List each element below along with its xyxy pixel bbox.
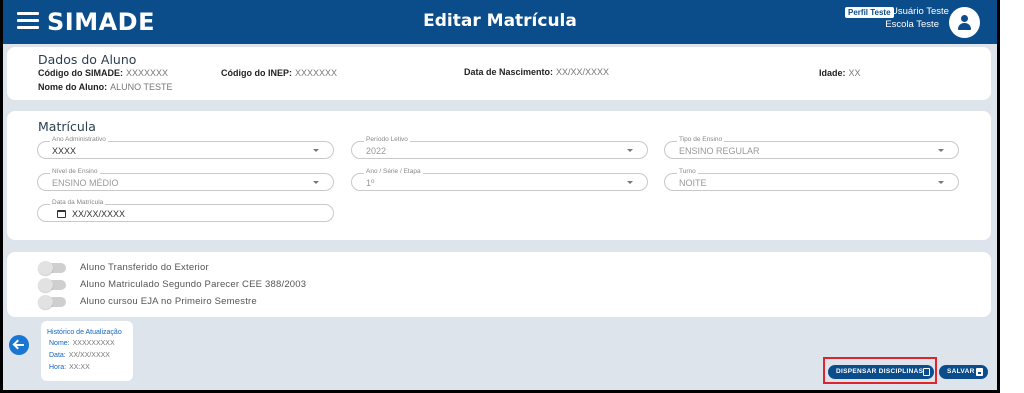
teaching-level-select[interactable]: Nível de Ensino ENSINO MÉDIO xyxy=(37,168,334,191)
simade-code: Código do SIMADE: XXXXXXX xyxy=(38,68,169,78)
user-avatar-icon[interactable] xyxy=(949,7,980,38)
admin-year-select[interactable]: Ano Administrativo XXXX xyxy=(37,136,334,159)
shift-select[interactable]: Turno NOITE xyxy=(664,168,959,191)
history-title: Histórico de Atualização xyxy=(47,329,122,336)
arrow-left-icon[interactable] xyxy=(9,335,29,355)
calendar-icon xyxy=(57,210,66,218)
school-name: Escola Teste xyxy=(885,19,939,30)
save-button[interactable]: SALVAR xyxy=(939,365,988,379)
history-time: Hora: XX:XX xyxy=(49,364,90,371)
chevron-down-icon xyxy=(938,149,944,152)
chevron-down-icon xyxy=(627,181,633,184)
school-period-select[interactable]: Período Letivo 2022 xyxy=(351,136,648,159)
birth-date: Data de Nascimento: XX/XX/XXXX xyxy=(464,67,610,77)
app-frame: SIMADE Editar Matrícula Perfil Teste Usu… xyxy=(0,0,1000,393)
user-name: Usuário Teste xyxy=(891,6,949,17)
student-name: Nome do Aluno: ALUNO TESTE xyxy=(38,82,173,92)
chevron-down-icon xyxy=(313,149,319,152)
flags-card: Aluno Transferido do Exterior Aluno Matr… xyxy=(7,252,991,317)
history-name: Nome: XXXXXXXXX xyxy=(49,340,115,347)
update-history-card: Histórico de Atualização Nome: XXXXXXXXX … xyxy=(41,321,133,381)
inep-code: Código do INEP: XXXXXXX xyxy=(221,68,338,78)
grade-stage-select[interactable]: Ano / Série / Etapa 1º xyxy=(351,168,648,191)
enrollment-date-field[interactable]: Data da Matrícula XX/XX/XXXX xyxy=(37,199,334,222)
age: Idade: XX xyxy=(819,68,861,78)
history-date: Data: XX/XX/XXXX xyxy=(49,352,110,359)
chevron-down-icon xyxy=(313,181,319,184)
profile-badge: Perfil Teste xyxy=(845,7,894,18)
enrollment-card: Matrícula Ano Administrativo XXXX Períod… xyxy=(7,111,991,240)
top-bar: SIMADE Editar Matrícula Perfil Teste Usu… xyxy=(3,0,997,44)
student-data-card: Dados do Aluno Código do SIMADE: XXXXXXX … xyxy=(7,47,991,100)
chevron-down-icon xyxy=(627,149,633,152)
copy-icon xyxy=(923,368,930,376)
student-section-title: Dados do Aluno xyxy=(38,52,137,67)
teaching-type-select[interactable]: Tipo de Ensino ENSINO REGULAR xyxy=(664,136,959,159)
save-icon xyxy=(976,368,983,376)
chevron-down-icon xyxy=(938,181,944,184)
dispense-subjects-button[interactable]: DISPENSAR DISCIPLINAS xyxy=(828,365,934,379)
enrollment-section-title: Matrícula xyxy=(38,119,96,134)
